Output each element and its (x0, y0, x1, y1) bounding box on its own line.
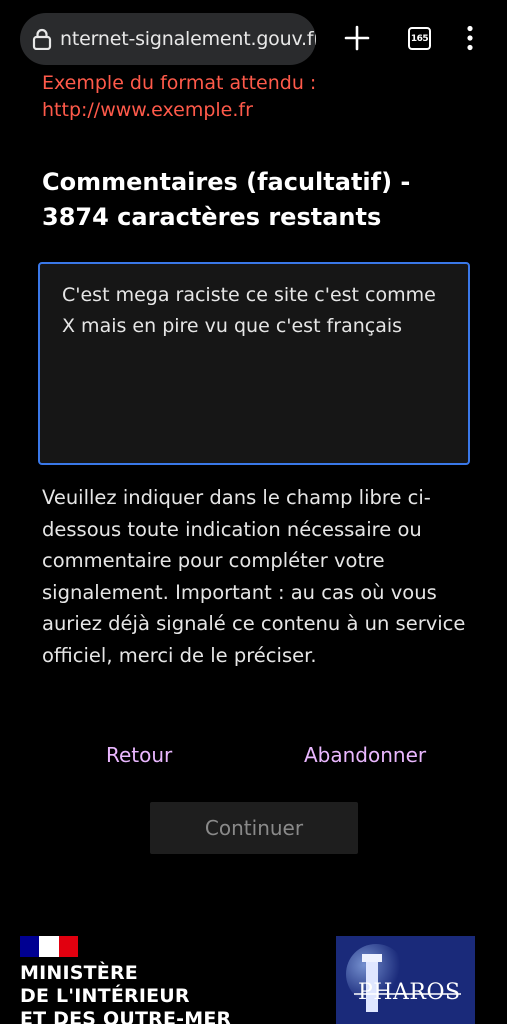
page: nternet-signalement.gouv.fr 165 Exemple … (0, 0, 507, 1024)
ministry-label: MINISTÈRE DE L'INTÉRIEUR ET DES OUTRE-ME… (20, 962, 300, 1024)
abandon-link[interactable]: Abandonner (304, 741, 426, 769)
help-text: Veuillez indiquer dans le champ libre ci… (42, 486, 466, 667)
address-bar[interactable]: nternet-signalement.gouv.fr (20, 13, 316, 65)
ministry-line3: ET DES OUTRE-MER (20, 1008, 232, 1024)
browser-toolbar: nternet-signalement.gouv.fr 165 (0, 0, 507, 76)
tabs-icon[interactable]: 165 (408, 27, 431, 50)
more-vert-icon[interactable] (464, 25, 476, 51)
back-link[interactable]: Retour (106, 741, 172, 769)
comments-title: Commentaires (facultatif) - 3874 caractè… (42, 168, 411, 231)
ministry-line2: DE L'INTÉRIEUR (20, 985, 190, 1007)
tab-count: 165 (410, 33, 429, 44)
url-hint-line2: http://www.exemple.fr (42, 99, 253, 121)
url-text: nternet-signalement.gouv.fr (60, 28, 316, 50)
pharos-logo: PHAROS (336, 936, 475, 1024)
url-format-hint: Exemple du format attendu : http://www.e… (42, 70, 482, 124)
ministry-line1: MINISTÈRE (20, 962, 138, 984)
marianne-flag-logo (20, 936, 78, 957)
lock-icon (32, 28, 52, 50)
plus-icon[interactable] (344, 25, 370, 51)
comments-textarea[interactable]: C'est mega raciste ce site c'est comme X… (38, 262, 470, 465)
url-hint-line1: Exemple du format attendu : (42, 72, 317, 94)
continue-button[interactable]: Continuer (150, 802, 358, 854)
pharos-logo-text: PHAROS (358, 980, 461, 1005)
